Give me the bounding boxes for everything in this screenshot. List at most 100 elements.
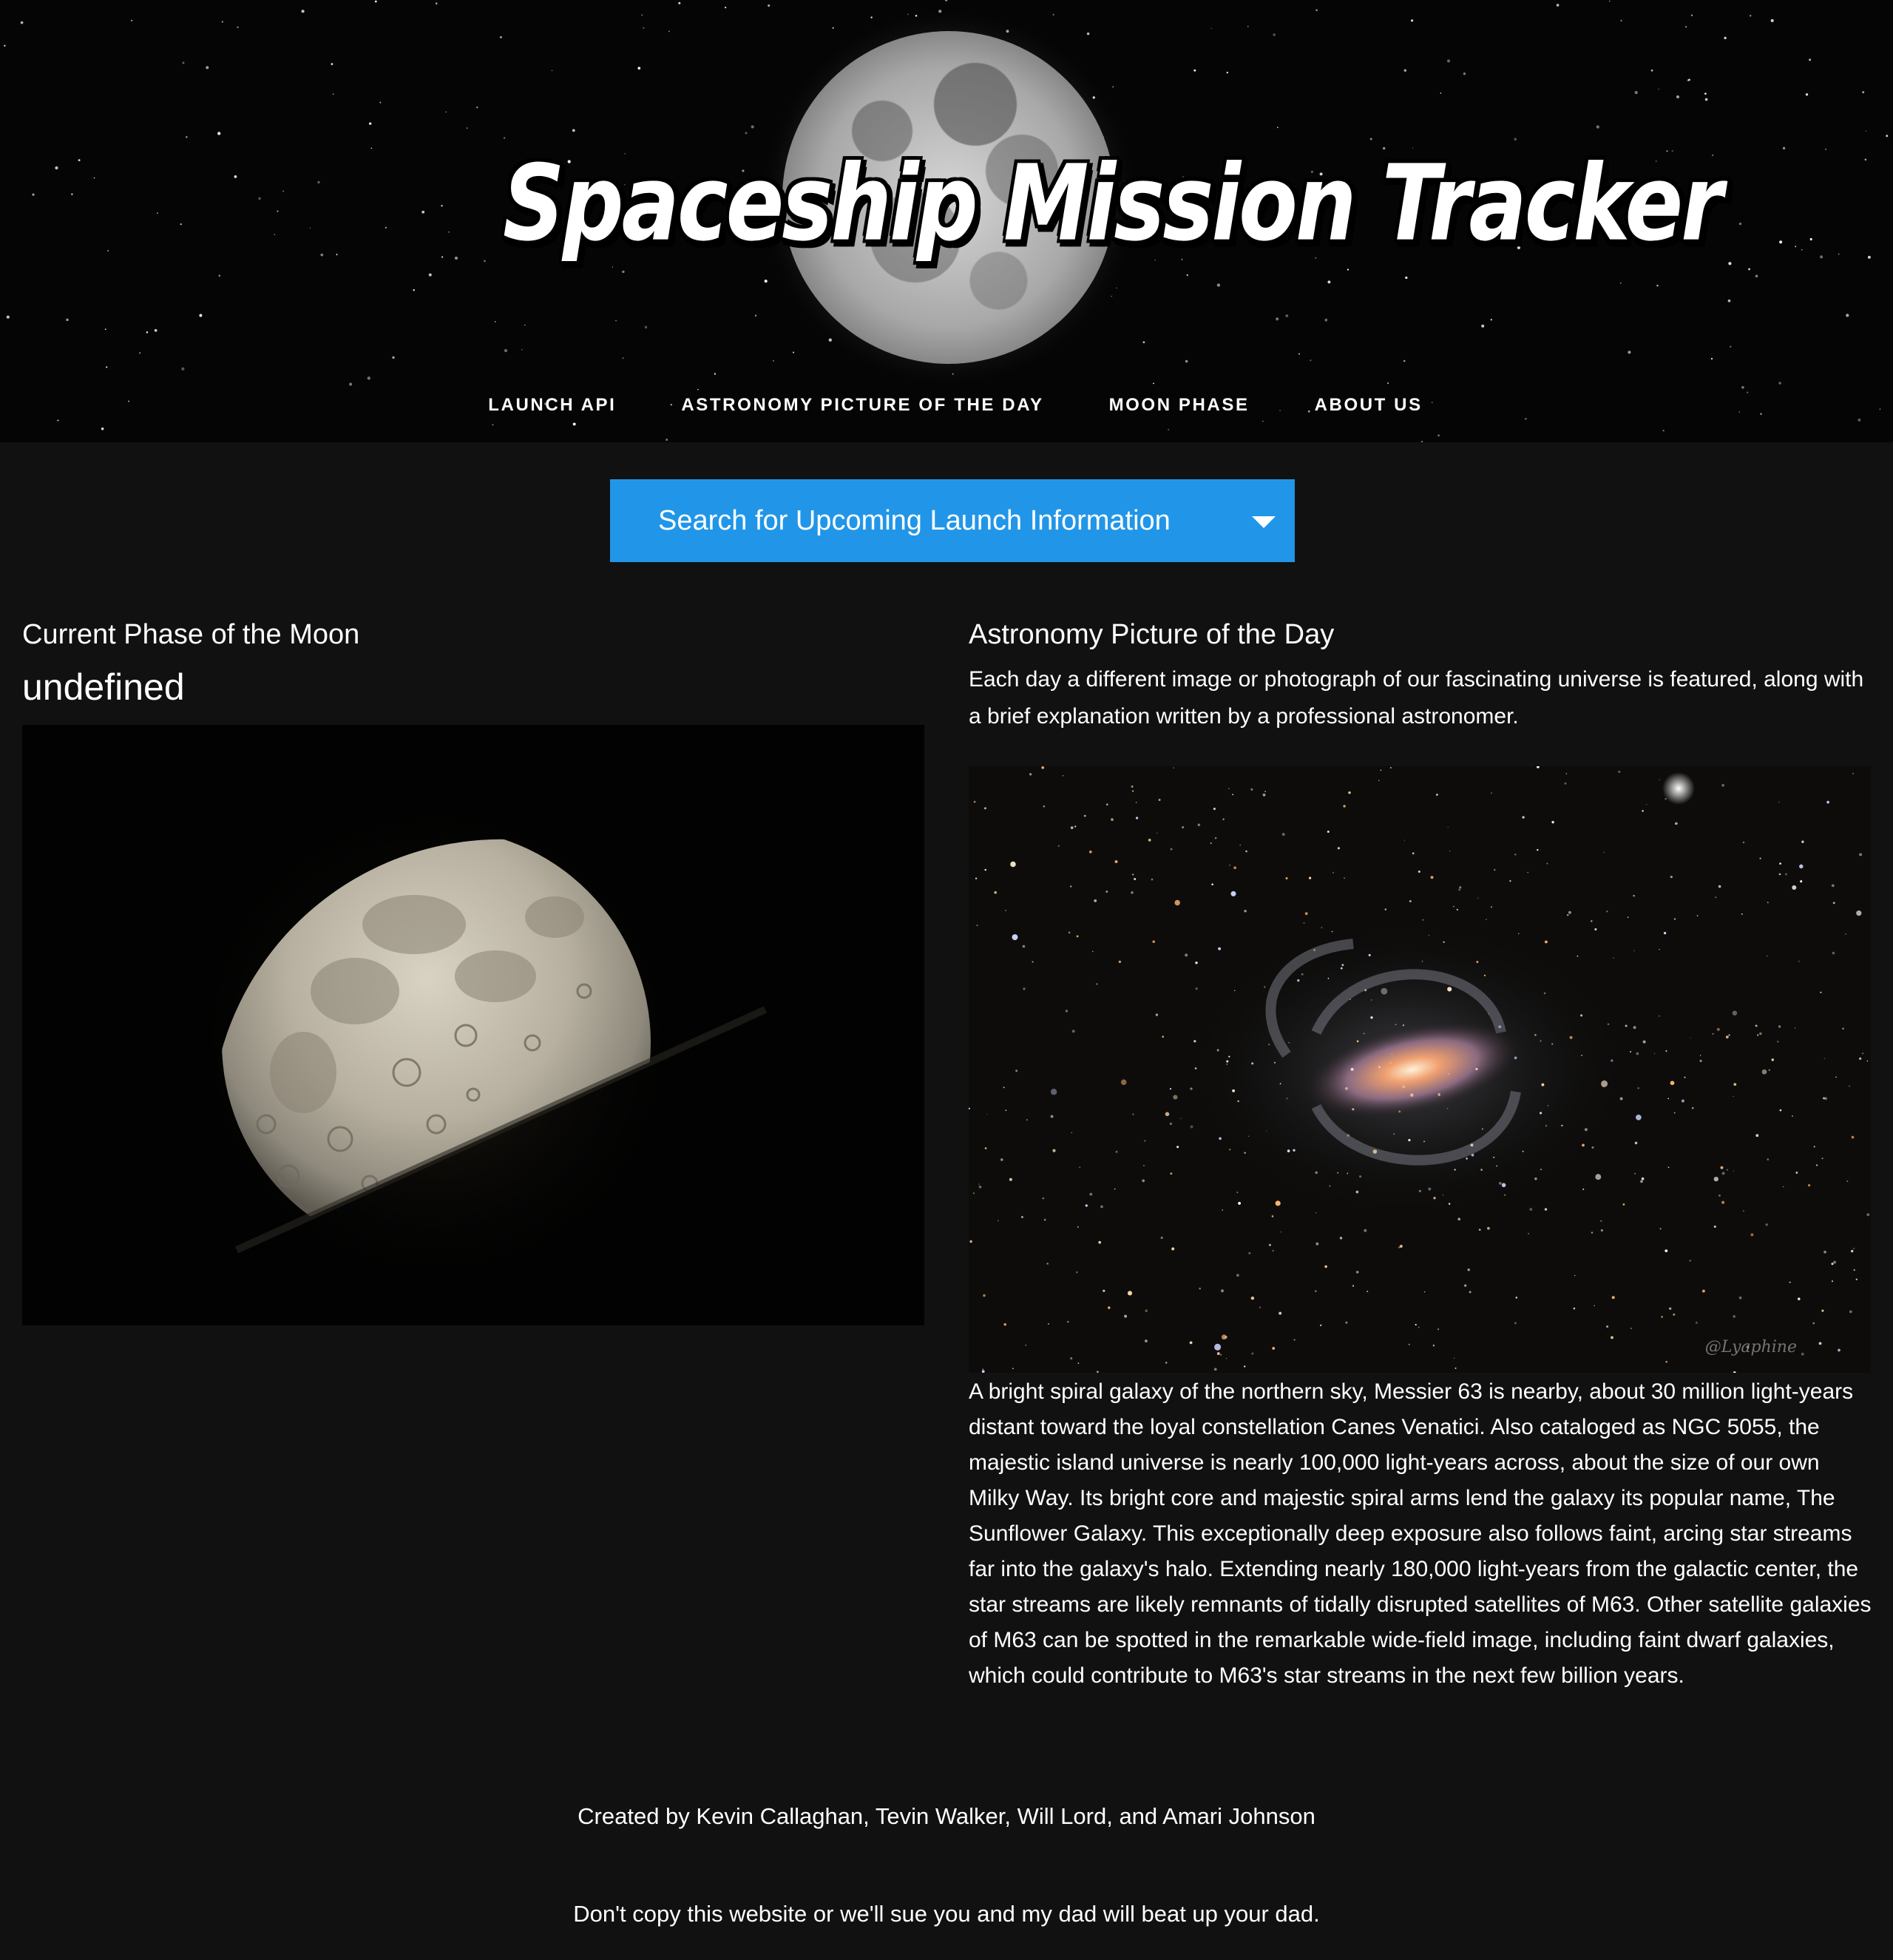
galaxy-star-dot	[1675, 822, 1678, 825]
galaxy-star-dot	[1216, 1352, 1220, 1356]
galaxy-star-dot	[1673, 1313, 1676, 1316]
moon-phase-heading: Current Phase of the Moon	[22, 619, 360, 650]
nav-moon-phase[interactable]: MOON PHASE	[1109, 395, 1250, 416]
galaxy-star-dot	[1493, 1156, 1495, 1158]
galaxy-star-dot	[1232, 1089, 1236, 1092]
galaxy-star-dot	[1430, 876, 1434, 879]
galaxy-star-dot	[1193, 1040, 1196, 1043]
star-dot	[1688, 78, 1690, 81]
galaxy-star-dot	[1718, 885, 1721, 888]
galaxy-star-dot	[969, 1107, 970, 1109]
galaxy-star-dot	[1151, 878, 1154, 881]
galaxy-star-dot	[1251, 1352, 1254, 1355]
galaxy-star-dot	[1728, 1034, 1730, 1036]
star-dot	[1690, 14, 1693, 16]
galaxy-star-dot	[1238, 1201, 1242, 1205]
galaxy-star-dot	[1551, 1043, 1554, 1045]
galaxy-star-dot	[1582, 1188, 1585, 1191]
apod-section: Astronomy Picture of the Day Each day a …	[969, 608, 1875, 1694]
galaxy-star-dot	[981, 1370, 985, 1373]
galaxy-star-dot	[1287, 1149, 1290, 1152]
star-dot	[274, 234, 276, 235]
galaxy-star-dot	[994, 891, 997, 894]
star-dot	[1662, 430, 1665, 432]
galaxy-star-dot	[1835, 1076, 1838, 1078]
galaxy-star-dot	[1355, 1271, 1359, 1274]
galaxy-star-dot	[1043, 1218, 1046, 1221]
star-dot	[521, 349, 523, 351]
launch-search-dropdown[interactable]: Search for Upcoming Launch Information	[610, 479, 1295, 562]
star-dot	[1747, 391, 1749, 393]
galaxy-star-dot	[1127, 1291, 1133, 1296]
star-dot	[277, 210, 279, 212]
star-dot	[1446, 59, 1451, 63]
star-dot	[4, 44, 6, 47]
star-dot	[1724, 36, 1727, 40]
galaxy-star-dot	[1767, 902, 1769, 904]
apod-heading: Astronomy Picture of the Day	[969, 619, 1335, 650]
galaxy-star-dot	[1213, 808, 1216, 811]
nav-about-us[interactable]: ABOUT US	[1315, 395, 1423, 416]
galaxy-star-dot	[1251, 1062, 1254, 1065]
galaxy-star-dot	[1436, 794, 1438, 796]
star-dot	[349, 382, 353, 386]
galaxy-star-dot	[1543, 992, 1546, 995]
star-dot	[668, 30, 670, 33]
star-dot	[1809, 58, 1812, 61]
star-dot	[180, 223, 182, 226]
galaxy-star-dot	[1432, 1345, 1435, 1347]
star-dot	[1092, 96, 1095, 99]
galaxy-star-dot	[1244, 1365, 1246, 1368]
galaxy-star-dot	[1537, 848, 1539, 851]
star-dot	[764, 280, 768, 283]
galaxy-star-dot	[1012, 1368, 1014, 1369]
galaxy-star-dot	[976, 925, 978, 927]
galaxy-star-dot	[1173, 1095, 1178, 1100]
galaxy-star-dot	[1345, 1087, 1348, 1090]
galaxy-star-dot	[1821, 1158, 1823, 1160]
galaxy-star-dot	[1591, 1231, 1594, 1234]
galaxy-star-dot	[1606, 910, 1608, 913]
nav-astronomy-picture[interactable]: ASTRONOMY PICTURE OF THE DAY	[681, 395, 1043, 416]
star-dot	[1728, 262, 1732, 266]
star-dot	[332, 93, 334, 95]
galaxy-star-dot	[1846, 1180, 1849, 1183]
star-dot	[106, 366, 108, 368]
galaxy-star-dot	[1733, 1371, 1736, 1373]
galaxy-star-dot	[1226, 1357, 1227, 1359]
star-dot	[1748, 268, 1751, 271]
galaxy-star-dot	[1347, 1134, 1350, 1137]
star-dot	[1226, 71, 1228, 74]
star-dot	[1347, 268, 1350, 271]
galaxy-star-dot	[1041, 766, 1044, 769]
galaxy-star-dot	[1315, 1290, 1317, 1293]
galaxy-star-dot	[1601, 1080, 1608, 1087]
galaxy-star-dot	[1092, 950, 1094, 953]
galaxy-star-dot	[1364, 1229, 1367, 1232]
galaxy-star-dot	[1047, 1322, 1050, 1325]
galaxy-star-dot	[1100, 1205, 1103, 1209]
galaxy-star-dot	[983, 1294, 986, 1297]
star-dot	[413, 289, 415, 291]
galaxy-star-dot	[1514, 1056, 1517, 1060]
galaxy-star-dot	[1721, 783, 1725, 787]
galaxy-star-dot	[1423, 1140, 1425, 1143]
galaxy-star-dot	[1498, 1182, 1502, 1185]
star-dot	[1276, 317, 1279, 321]
galaxy-star-dot	[1412, 852, 1415, 855]
galaxy-star-dot	[1798, 1297, 1801, 1300]
galaxy-star-dot	[1528, 1232, 1530, 1234]
star-dot	[745, 132, 748, 135]
galaxy-star-dot	[1778, 873, 1781, 876]
launch-search-label: Search for Upcoming Launch Information	[658, 504, 1171, 536]
galaxy-star-dot	[1464, 1284, 1467, 1287]
nav-launch-api[interactable]: LAUNCH API	[488, 395, 616, 416]
star-dot	[71, 193, 73, 195]
galaxy-star-dot	[1244, 910, 1247, 913]
galaxy-star-dot	[1801, 1352, 1804, 1356]
star-dot	[751, 125, 754, 129]
star-dot	[466, 127, 468, 129]
galaxy-star-dot	[1398, 1246, 1401, 1248]
galaxy-star-dot	[1478, 1229, 1481, 1231]
star-dot	[146, 331, 149, 334]
